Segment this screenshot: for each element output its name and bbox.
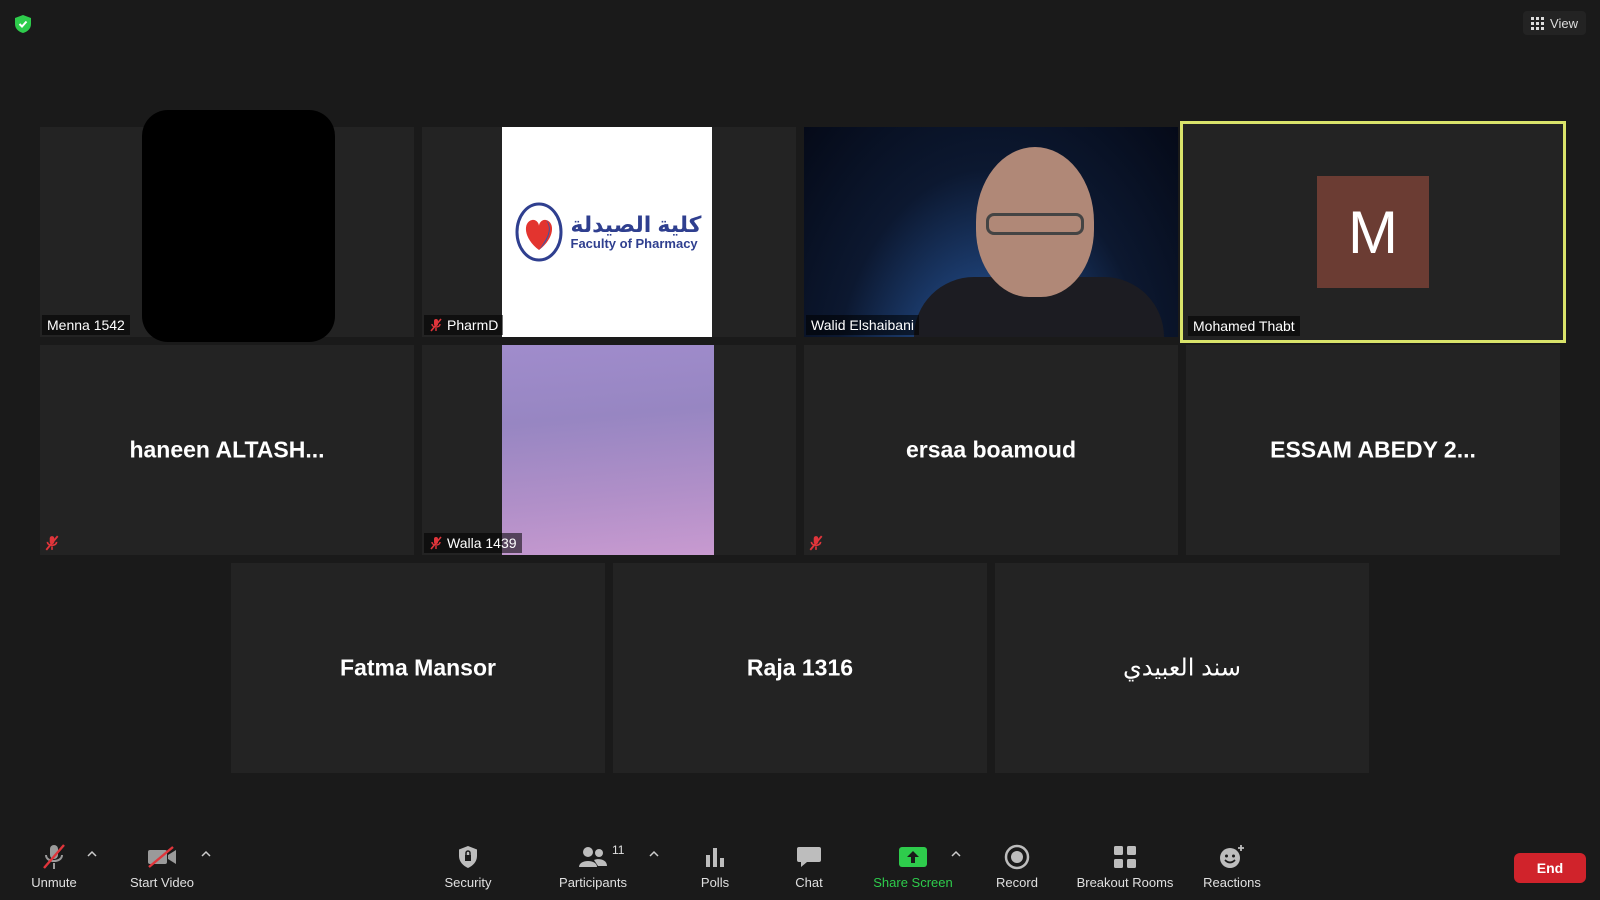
muted-mic-icon: [430, 318, 442, 332]
muted-mic-icon: [809, 535, 823, 551]
participant-name: سند العبيدي: [1122, 654, 1242, 682]
record-button[interactable]: Record: [990, 843, 1044, 890]
start-video-label: Start Video: [129, 875, 195, 890]
logo-english-text: Faculty of Pharmacy: [570, 235, 698, 251]
breakout-rooms-button[interactable]: Breakout Rooms: [1070, 843, 1180, 890]
end-label: End: [1536, 860, 1564, 876]
participant-name: Raja 1316: [746, 654, 854, 681]
video-tile-sanad[interactable]: سند العبيدي: [995, 563, 1369, 773]
participants-icon: [579, 847, 607, 867]
unmute-button[interactable]: Unmute: [24, 843, 84, 890]
participant-name: haneen ALTASH...: [129, 436, 325, 463]
logo-arabic-text: كلية الصيدلة: [570, 211, 702, 237]
heart-logo-icon: [515, 202, 562, 262]
avatar: M: [1317, 176, 1429, 288]
grid-icon: [1531, 16, 1545, 30]
participant-name: ersaa boamoud: [906, 436, 1076, 463]
participants-button[interactable]: 11 Participants: [555, 843, 631, 890]
view-button[interactable]: View: [1523, 11, 1586, 35]
video-tile-ersaa[interactable]: ersaa boamoud: [804, 345, 1178, 555]
glasses: [986, 213, 1084, 235]
participant-name: PharmD: [447, 317, 499, 333]
participants-count: 11: [612, 843, 625, 857]
polls-button[interactable]: Polls: [692, 843, 738, 890]
reactions-label: Reactions: [1203, 875, 1261, 890]
video-tile-haneen[interactable]: haneen ALTASH...: [40, 345, 414, 555]
encryption-shield-icon[interactable]: [14, 14, 32, 34]
reactions-button[interactable]: Reactions: [1200, 843, 1264, 890]
end-meeting-button[interactable]: End: [1514, 853, 1586, 883]
sky-video-feed: [502, 345, 714, 555]
participant-name: Fatma Mansor: [340, 654, 496, 681]
participant-name: Menna 1542: [47, 317, 125, 333]
faculty-of-pharmacy-logo: كلية الصيدلة Faculty of Pharmacy: [502, 127, 712, 337]
reactions-smiley-icon: [1220, 845, 1244, 868]
avatar-letter: M: [1348, 198, 1398, 266]
participant-name: Walid Elshaibani: [811, 317, 914, 333]
video-tile-walla[interactable]: Walla 1439: [422, 345, 796, 555]
participants-options-caret-icon[interactable]: [648, 849, 660, 859]
top-bar: View: [0, 0, 1600, 46]
polls-label: Polls: [700, 875, 730, 890]
share-screen-arrow-icon: [899, 847, 927, 867]
video-tile-pharmd[interactable]: كلية الصيدلة Faculty of Pharmacy PharmD: [422, 127, 796, 337]
name-tag: PharmD: [424, 315, 504, 335]
video-tile-walid[interactable]: Walid Elshaibani: [804, 127, 1178, 337]
audio-options-caret-icon[interactable]: [86, 849, 98, 859]
video-options-caret-icon[interactable]: [200, 849, 212, 859]
share-options-caret-icon[interactable]: [950, 849, 962, 859]
unmute-label: Unmute: [31, 875, 77, 890]
video-tile-mohamed-active-speaker[interactable]: M Mohamed Thabt: [1180, 121, 1566, 343]
share-screen-label: Share Screen: [873, 875, 953, 890]
share-screen-button[interactable]: Share Screen: [868, 843, 958, 890]
participant-name: Walla 1439: [447, 535, 517, 551]
name-tag: Walid Elshaibani: [806, 315, 919, 335]
video-tile-essam[interactable]: ESSAM ABEDY 2...: [1186, 345, 1560, 555]
participant-name: ESSAM ABEDY 2...: [1270, 436, 1476, 463]
chat-label: Chat: [795, 875, 823, 890]
security-button[interactable]: Security: [438, 843, 498, 890]
name-tag: Menna 1542: [42, 315, 130, 335]
record-label: Record: [996, 875, 1038, 890]
record-icon: [1004, 844, 1030, 870]
meeting-toolbar: Unmute Start Video Security 11 Participa…: [0, 835, 1600, 900]
security-label: Security: [444, 875, 492, 890]
muted-mic-icon: [430, 536, 442, 550]
breakout-rooms-grid-icon: [1114, 846, 1136, 868]
muted-mic-icon: [43, 844, 65, 869]
muted-mic-icon: [45, 535, 59, 551]
video-tile-fatma[interactable]: Fatma Mansor: [231, 563, 605, 773]
participant-name: Mohamed Thabt: [1193, 318, 1295, 334]
security-shield-icon: [459, 846, 477, 868]
chat-bubble-icon: [797, 847, 821, 867]
name-tag: Mohamed Thabt: [1188, 316, 1300, 336]
view-label: View: [1550, 15, 1578, 31]
video-tile-raja[interactable]: Raja 1316: [613, 563, 987, 773]
start-video-button[interactable]: Start Video: [122, 843, 202, 890]
black-video-overlay: [142, 110, 335, 342]
video-off-icon: [148, 846, 176, 868]
participants-label: Participants: [559, 875, 627, 890]
polls-bar-chart-icon: [706, 848, 724, 867]
breakout-rooms-label: Breakout Rooms: [1076, 875, 1174, 890]
name-tag: Walla 1439: [424, 533, 522, 553]
chat-button[interactable]: Chat: [786, 843, 832, 890]
